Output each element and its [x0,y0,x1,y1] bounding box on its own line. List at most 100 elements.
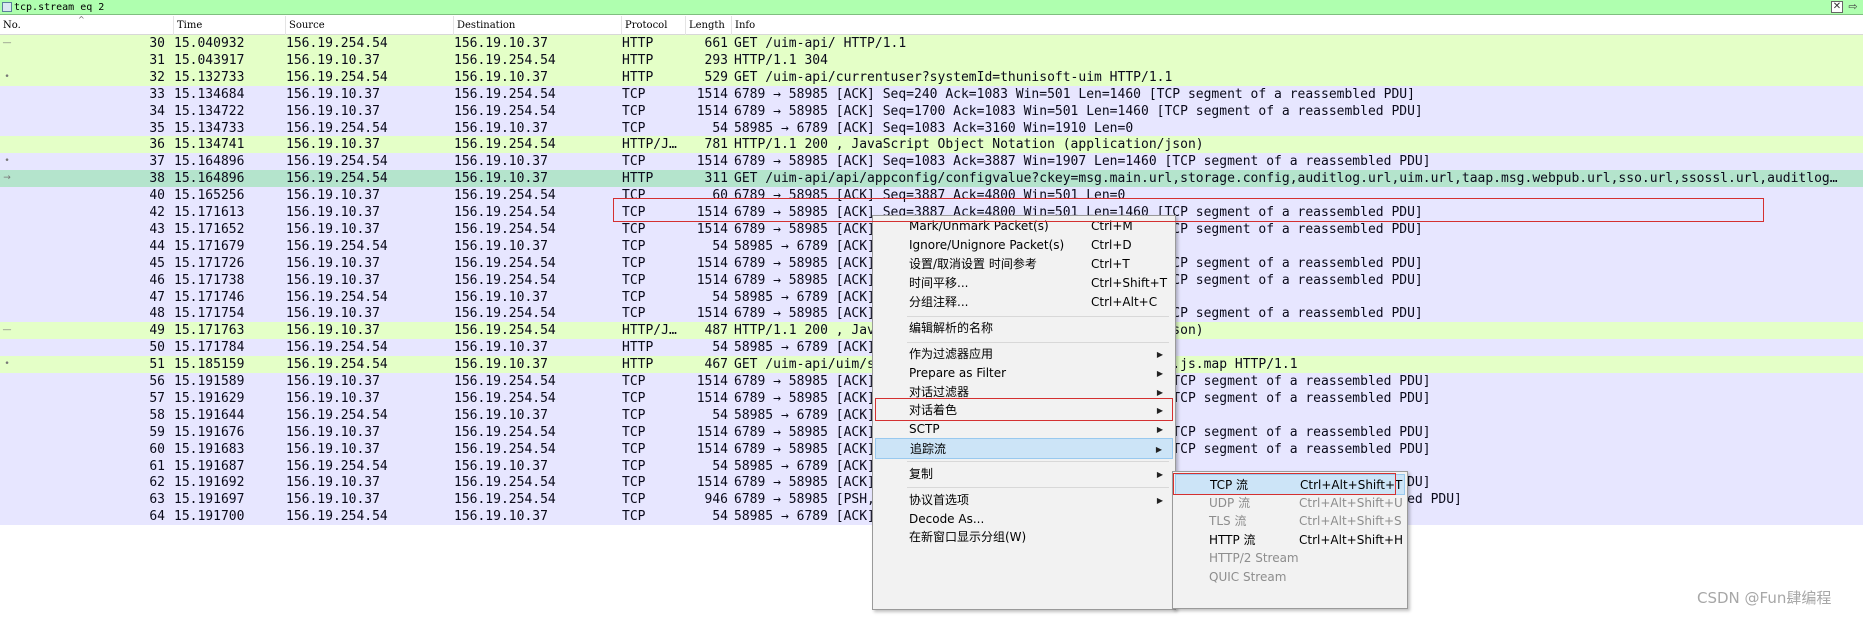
packet-number: 57 [149,390,165,406]
context-menu-item[interactable]: 协议首选项 ▶ [875,490,1173,511]
column-header-destination[interactable]: Destination [454,16,622,35]
menu-item-label: 作为过滤器应用 [909,347,994,361]
packet-protocol: TCP [622,255,646,271]
packet-destination: 156.19.10.37 [454,154,548,170]
packet-number: 30 [149,36,165,51]
packet-protocol: TCP [622,306,646,322]
packet-length: 54 [712,509,728,525]
packet-destination: 156.19.10.37 [454,171,548,187]
context-menu-item[interactable]: 复制 ▶ [875,464,1173,485]
packet-destination: 156.19.254.54 [454,221,556,237]
packet-row[interactable]: 33 15.134684 156.19.10.37 156.19.254.54 TCP 1… [0,85,1863,103]
packet-protocol: TCP [622,458,646,474]
packet-destination: 156.19.254.54 [454,441,556,457]
menu-item-label: 设置/取消设置 时间参考 [909,257,1037,271]
packet-destination: 156.19.254.54 [454,424,556,440]
packet-source: 156.19.254.54 [286,36,388,51]
packet-protocol: TCP [622,86,646,102]
packet-number: 34 [149,103,165,119]
packet-protocol: HTTP/J… [622,323,677,339]
packet-row[interactable]: 34 15.134722 156.19.10.37 156.19.254.54 TCP 1… [0,102,1863,120]
packet-source: 156.19.10.37 [286,86,380,102]
display-filter-input[interactable]: tcp.stream eq 2 [14,1,104,14]
packet-info: HTTP/1.1 200 , JavaScript Object Notatio… [734,137,1204,153]
packet-time: 15.191697 [174,492,245,508]
packet-protocol: TCP [622,390,646,406]
menu-item-label: 分组注释... [909,295,969,309]
watermark: CSDN @Fun肆编程 [1697,589,1832,607]
packet-row[interactable]: • 32 15.132733 156.19.254.54 156.19.10.37 HTT… [0,68,1863,86]
column-header-no[interactable]: No. [0,16,174,35]
packet-time: 15.171738 [174,272,245,288]
packet-number: 44 [149,238,165,254]
context-menu-item[interactable]: 追踪流 ▶ [875,438,1173,459]
packet-length: 54 [712,120,728,136]
packet-destination: 156.19.254.54 [454,390,556,406]
packet-length: 54 [712,458,728,474]
packet-time: 15.171754 [174,306,245,322]
column-header-protocol[interactable]: Protocol [622,16,686,35]
context-menu-item[interactable]: 时间平移... Ctrl+Shift+T [875,273,1173,294]
packet-row[interactable]: 31 15.043917 156.19.10.37 156.19.254.54 HTTP… [0,51,1863,69]
packet-destination: 156.19.10.37 [454,289,548,305]
context-menu-item[interactable]: 作为过滤器应用 ▶ [875,344,1173,365]
menu-separator [907,487,1169,488]
arrow-right-icon[interactable]: ⇨ [1846,1,1860,13]
context-menu-item[interactable]: 在新窗口显示分组(W) [875,527,1173,548]
packet-row[interactable]: —30 15.040932 156.19.254.54 156.19.10.37 HTT… [0,35,1863,52]
packet-length: 529 [704,69,728,85]
packet-row[interactable]: → 38 15.164896 156.19.254.54 156.19.10.37 HTT… [0,170,1863,188]
packet-destination: 156.19.10.37 [454,509,548,525]
packet-row[interactable]: 36 15.134741 156.19.10.37 156.19.254.54 HTTP… [0,136,1863,154]
packet-number: 61 [149,458,165,474]
packet-row[interactable]: • 37 15.164896 156.19.254.54 156.19.10.37 TCP… [0,153,1863,171]
packet-length: 1514 [696,154,728,170]
column-header-time[interactable]: Time [174,16,286,35]
packet-protocol: TCP [622,407,646,423]
packet-destination: 156.19.10.37 [454,69,548,85]
context-menu-item[interactable]: 分组注释... Ctrl+Alt+C [875,292,1173,313]
packet-source: 156.19.10.37 [286,272,380,288]
packet-protocol: HTTP [622,69,654,85]
packet-source: 156.19.10.37 [286,424,380,440]
packet-destination: 156.19.254.54 [454,52,556,68]
submenu-item-label: QUIC Stream [1209,570,1287,584]
packet-time: 15.191589 [174,374,245,389]
packet-time: 15.164896 [174,171,245,187]
packet-destination: 156.19.254.54 [454,323,556,339]
column-header-info[interactable]: Info [732,16,1863,35]
column-header-source[interactable]: Source [286,16,454,35]
follow-stream-item: QUIC Stream [1175,567,1405,588]
display-filter-bar[interactable]: tcp.stream eq 2 ✕ ⇨ [0,0,1863,15]
packet-destination: 156.19.254.54 [454,137,556,153]
packet-number: 33 [149,86,165,102]
close-icon[interactable]: ✕ [1831,1,1843,13]
packet-length: 54 [712,238,728,254]
packet-info: GET /uim-api/ HTTP/1.1 [734,36,907,51]
packet-source: 156.19.10.37 [286,137,380,153]
context-menu-item[interactable]: SCTP ▶ [875,419,1173,440]
packet-length: 1514 [696,306,728,322]
packet-source: 156.19.10.37 [286,374,380,389]
packet-length: 1514 [696,374,728,389]
context-menu-item[interactable]: Ignore/Unignore Packet(s) Ctrl+D [875,235,1173,256]
column-header-length[interactable]: Length [686,16,732,35]
menu-item-shortcut: Ctrl+D [1091,238,1132,252]
follow-stream-highlight [875,398,1173,421]
packet-protocol: TCP [622,221,646,237]
packet-destination: 156.19.254.54 [454,475,556,491]
menu-item-shortcut: Ctrl+T [1091,257,1130,271]
packet-row[interactable]: 35 15.134733 156.19.254.54 156.19.10.37 TCP 5… [0,119,1863,137]
filter-bookmark-icon[interactable] [2,2,12,12]
context-menu-item[interactable]: Prepare as Filter ▶ [875,363,1173,384]
context-menu-item[interactable]: 编辑解析的名称 [875,318,1173,339]
menu-item-label: Prepare as Filter [909,366,1007,380]
packet-time: 15.191644 [174,407,245,423]
packet-source: 156.19.10.37 [286,323,380,339]
context-menu-item[interactable]: 设置/取消设置 时间参考 Ctrl+T [875,254,1173,275]
follow-stream-submenu: TCP 流 Ctrl+Alt+Shift+T UDP 流 Ctrl+Alt+Shift… [1172,471,1408,609]
packet-time: 15.164896 [174,154,245,170]
packet-destination: 156.19.10.37 [454,407,548,423]
packet-length: 946 [704,492,728,508]
packet-list-header: No. ^ Time Source Destination Protocol L… [0,16,1863,35]
